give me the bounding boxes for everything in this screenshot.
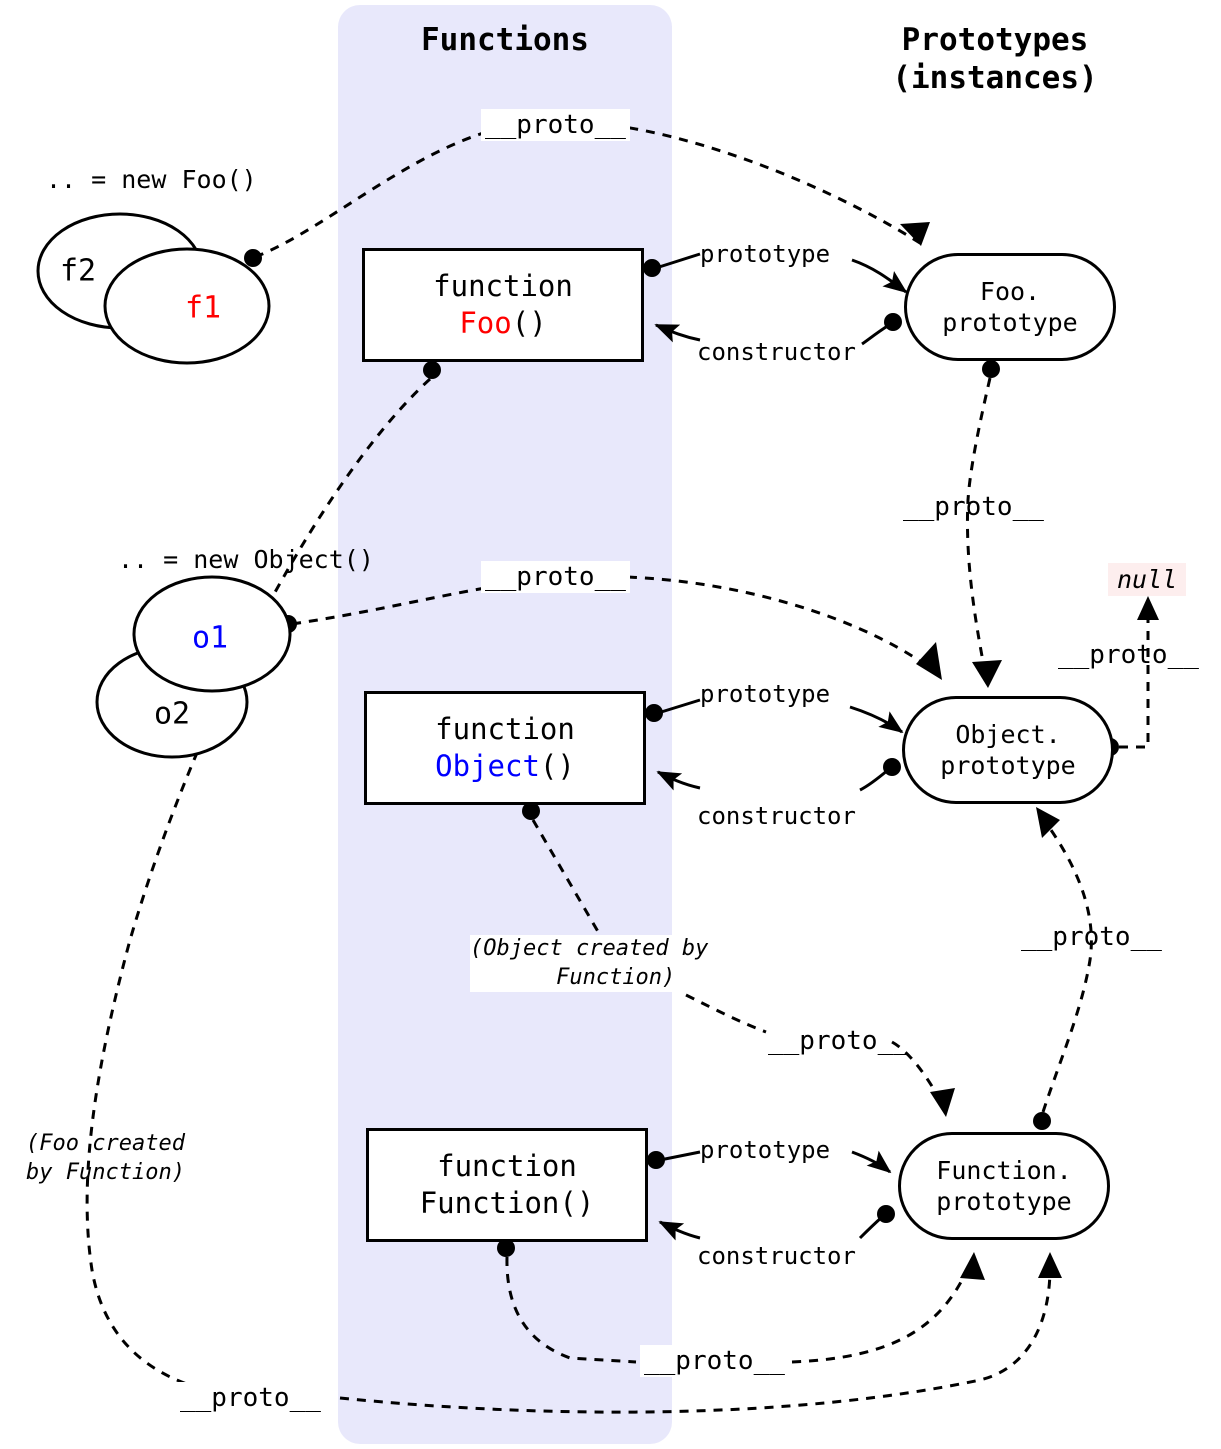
function-name-foo: Foo xyxy=(459,306,512,340)
prototype-node-object-label: Object. prototype xyxy=(940,719,1076,780)
function-box-foo[interactable]: function Foo() xyxy=(362,248,644,362)
note-object-created-by-function: (Object created by Function) xyxy=(470,935,709,993)
circle-label-f1: f1 xyxy=(184,290,222,326)
null-value-badge: null xyxy=(1108,563,1187,596)
edge-objproto-null xyxy=(1119,612,1150,749)
edge-label-prototype-object: prototype xyxy=(700,680,831,708)
edge-label-constructor-foo: constructor xyxy=(697,338,856,366)
header-functions: Functions xyxy=(421,22,589,58)
circle-label-o2: o2 xyxy=(153,696,191,732)
edge-label-proto-objbox-funcproto: __proto__ xyxy=(768,1026,909,1056)
foo-instances-caption: .. = new Foo() xyxy=(46,165,257,194)
edge-note-funcproto xyxy=(685,993,767,1034)
function-box-object[interactable]: function Object() xyxy=(364,691,646,805)
edge-label-constructor-function: constructor xyxy=(697,1242,856,1270)
edge-label-proto-foobox-funcproto: __proto__ xyxy=(176,1382,325,1414)
edge-label-proto-funcproto-objproto: __proto__ xyxy=(1021,922,1162,952)
edge-label-prototype-function: prototype xyxy=(700,1136,831,1164)
function-parens-foo: () xyxy=(511,306,547,340)
circle-label-f2: f2 xyxy=(59,253,97,289)
edge-label-constructor-object: constructor xyxy=(697,802,856,830)
edge-label-proto-objproto-null: __proto__ xyxy=(1058,640,1199,670)
prototype-node-object[interactable]: Object. prototype xyxy=(902,696,1114,804)
function-box-function[interactable]: function Function() xyxy=(366,1128,648,1242)
edge-label-proto-fooproto-objproto: __proto__ xyxy=(903,492,1044,522)
prototype-node-foo-label: Foo. prototype xyxy=(942,276,1078,337)
prototype-node-function-label: Function. prototype xyxy=(936,1155,1072,1216)
edge-label-proto-f1: __proto__ xyxy=(481,109,630,141)
note-foo-created-by-function: (Foo created by Function) xyxy=(26,1131,185,1185)
diagram-canvas: Functions Prototypes (instances) .. = ne… xyxy=(0,0,1221,1449)
header-prototypes-line1: Prototypes xyxy=(901,22,1089,58)
function-parens-function: () xyxy=(559,1186,595,1220)
circle-label-o1: o1 xyxy=(191,620,229,656)
prototype-node-function[interactable]: Function. prototype xyxy=(898,1132,1110,1240)
function-box-object-label: function Object() xyxy=(435,711,575,783)
edge-label-proto-funcbox-funcproto: __proto__ xyxy=(640,1345,789,1377)
function-name-object: Object xyxy=(435,749,540,783)
edge-label-prototype-foo: prototype xyxy=(700,240,831,268)
object-instances-caption: .. = new Object() xyxy=(118,545,374,574)
edge-funcproto-objproto xyxy=(1041,819,1093,1113)
function-name-function: Function xyxy=(419,1186,560,1220)
edge-label-proto-o1: __proto__ xyxy=(481,561,630,593)
header-prototypes-line2: (instances) xyxy=(892,60,1098,96)
edge-fooproto-objproto xyxy=(965,377,992,673)
prototype-node-foo[interactable]: Foo. prototype xyxy=(904,253,1116,361)
function-box-function-label: function Function() xyxy=(419,1148,595,1220)
function-box-foo-label: function Foo() xyxy=(433,268,573,340)
function-parens-object: () xyxy=(539,749,575,783)
